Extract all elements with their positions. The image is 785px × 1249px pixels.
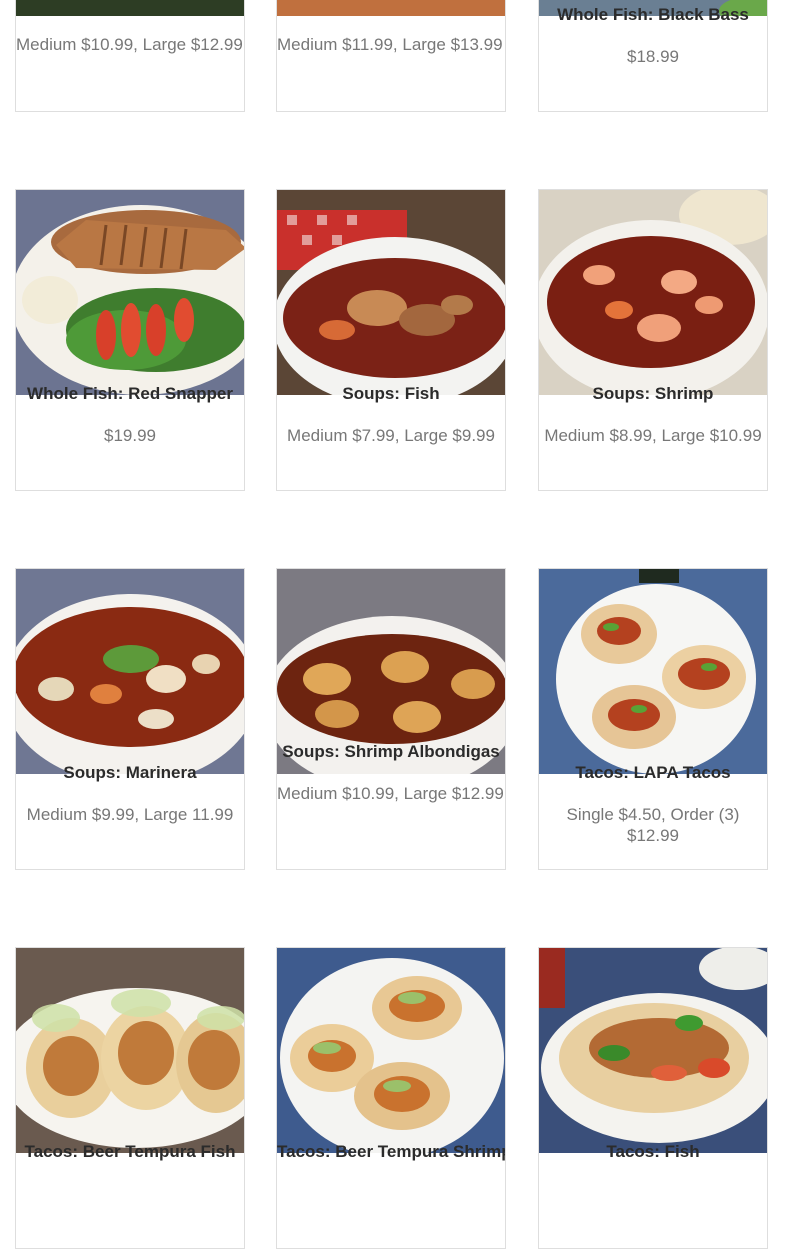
dish-photo (277, 0, 505, 16)
menu-card[interactable]: Medium $11.99, Large $13.99 (276, 0, 506, 112)
item-title: Tacos: LAPA Tacos (575, 763, 731, 782)
item-title: Tacos: Beer Tempura Shrimp (277, 1142, 506, 1161)
item-title: Whole Fish: Black Bass (557, 5, 749, 24)
dish-photo (539, 948, 767, 1153)
item-price: Medium $9.99, Large 11.99 (26, 805, 234, 824)
item-title: Tacos: Beer Tempura Fish (24, 1142, 236, 1161)
dish-photo (16, 0, 244, 16)
item-price: Medium $10.99, Large $12.99 (277, 784, 504, 803)
menu-card[interactable]: Medium $10.99, Large $12.99 (15, 0, 245, 112)
item-price: $19.99 (104, 426, 156, 445)
item-title: Soups: Marinera (63, 763, 197, 782)
dish-photo (16, 569, 244, 774)
item-price: Medium $7.99, Large $9.99 (287, 426, 495, 445)
menu-card[interactable]: Whole Fish: Black Bass $18.99 (538, 0, 768, 112)
dish-photo (277, 948, 505, 1153)
item-price: Medium $8.99, Large $10.99 (544, 426, 762, 445)
dish-photo (539, 569, 767, 774)
menu-card[interactable]: Tacos: Fish (538, 947, 768, 1249)
menu-card[interactable]: Soups: Marinera Medium $9.99, Large 11.9… (15, 568, 245, 870)
menu-card[interactable]: Tacos: LAPA Tacos Single $4.50, Order (3… (538, 568, 768, 870)
menu-card[interactable]: Soups: Shrimp Albondigas Medium $10.99, … (276, 568, 506, 870)
dish-photo (16, 948, 244, 1153)
item-title: Tacos: Fish (606, 1142, 700, 1161)
item-title: Whole Fish: Red Snapper (27, 384, 233, 403)
dish-photo (277, 190, 505, 395)
menu-card[interactable]: Tacos: Beer Tempura Fish (15, 947, 245, 1249)
item-title: Soups: Shrimp (592, 384, 714, 403)
menu-card[interactable]: Whole Fish: Red Snapper $19.99 (15, 189, 245, 491)
item-title: Soups: Shrimp Albondigas (282, 742, 500, 761)
dish-photo (539, 190, 767, 395)
dish-photo (16, 190, 244, 395)
menu-card[interactable]: Soups: Fish Medium $7.99, Large $9.99 (276, 189, 506, 491)
item-price: Medium $10.99, Large $12.99 (16, 35, 243, 54)
item-price: Medium $11.99, Large $13.99 (277, 35, 503, 54)
item-price: $18.99 (627, 47, 679, 66)
item-price: Single $4.50, Order (3) $12.99 (566, 805, 740, 845)
menu-card[interactable]: Soups: Shrimp Medium $8.99, Large $10.99 (538, 189, 768, 491)
menu-card[interactable]: Tacos: Beer Tempura Shrimp (276, 947, 506, 1249)
item-title: Soups: Fish (342, 384, 440, 403)
